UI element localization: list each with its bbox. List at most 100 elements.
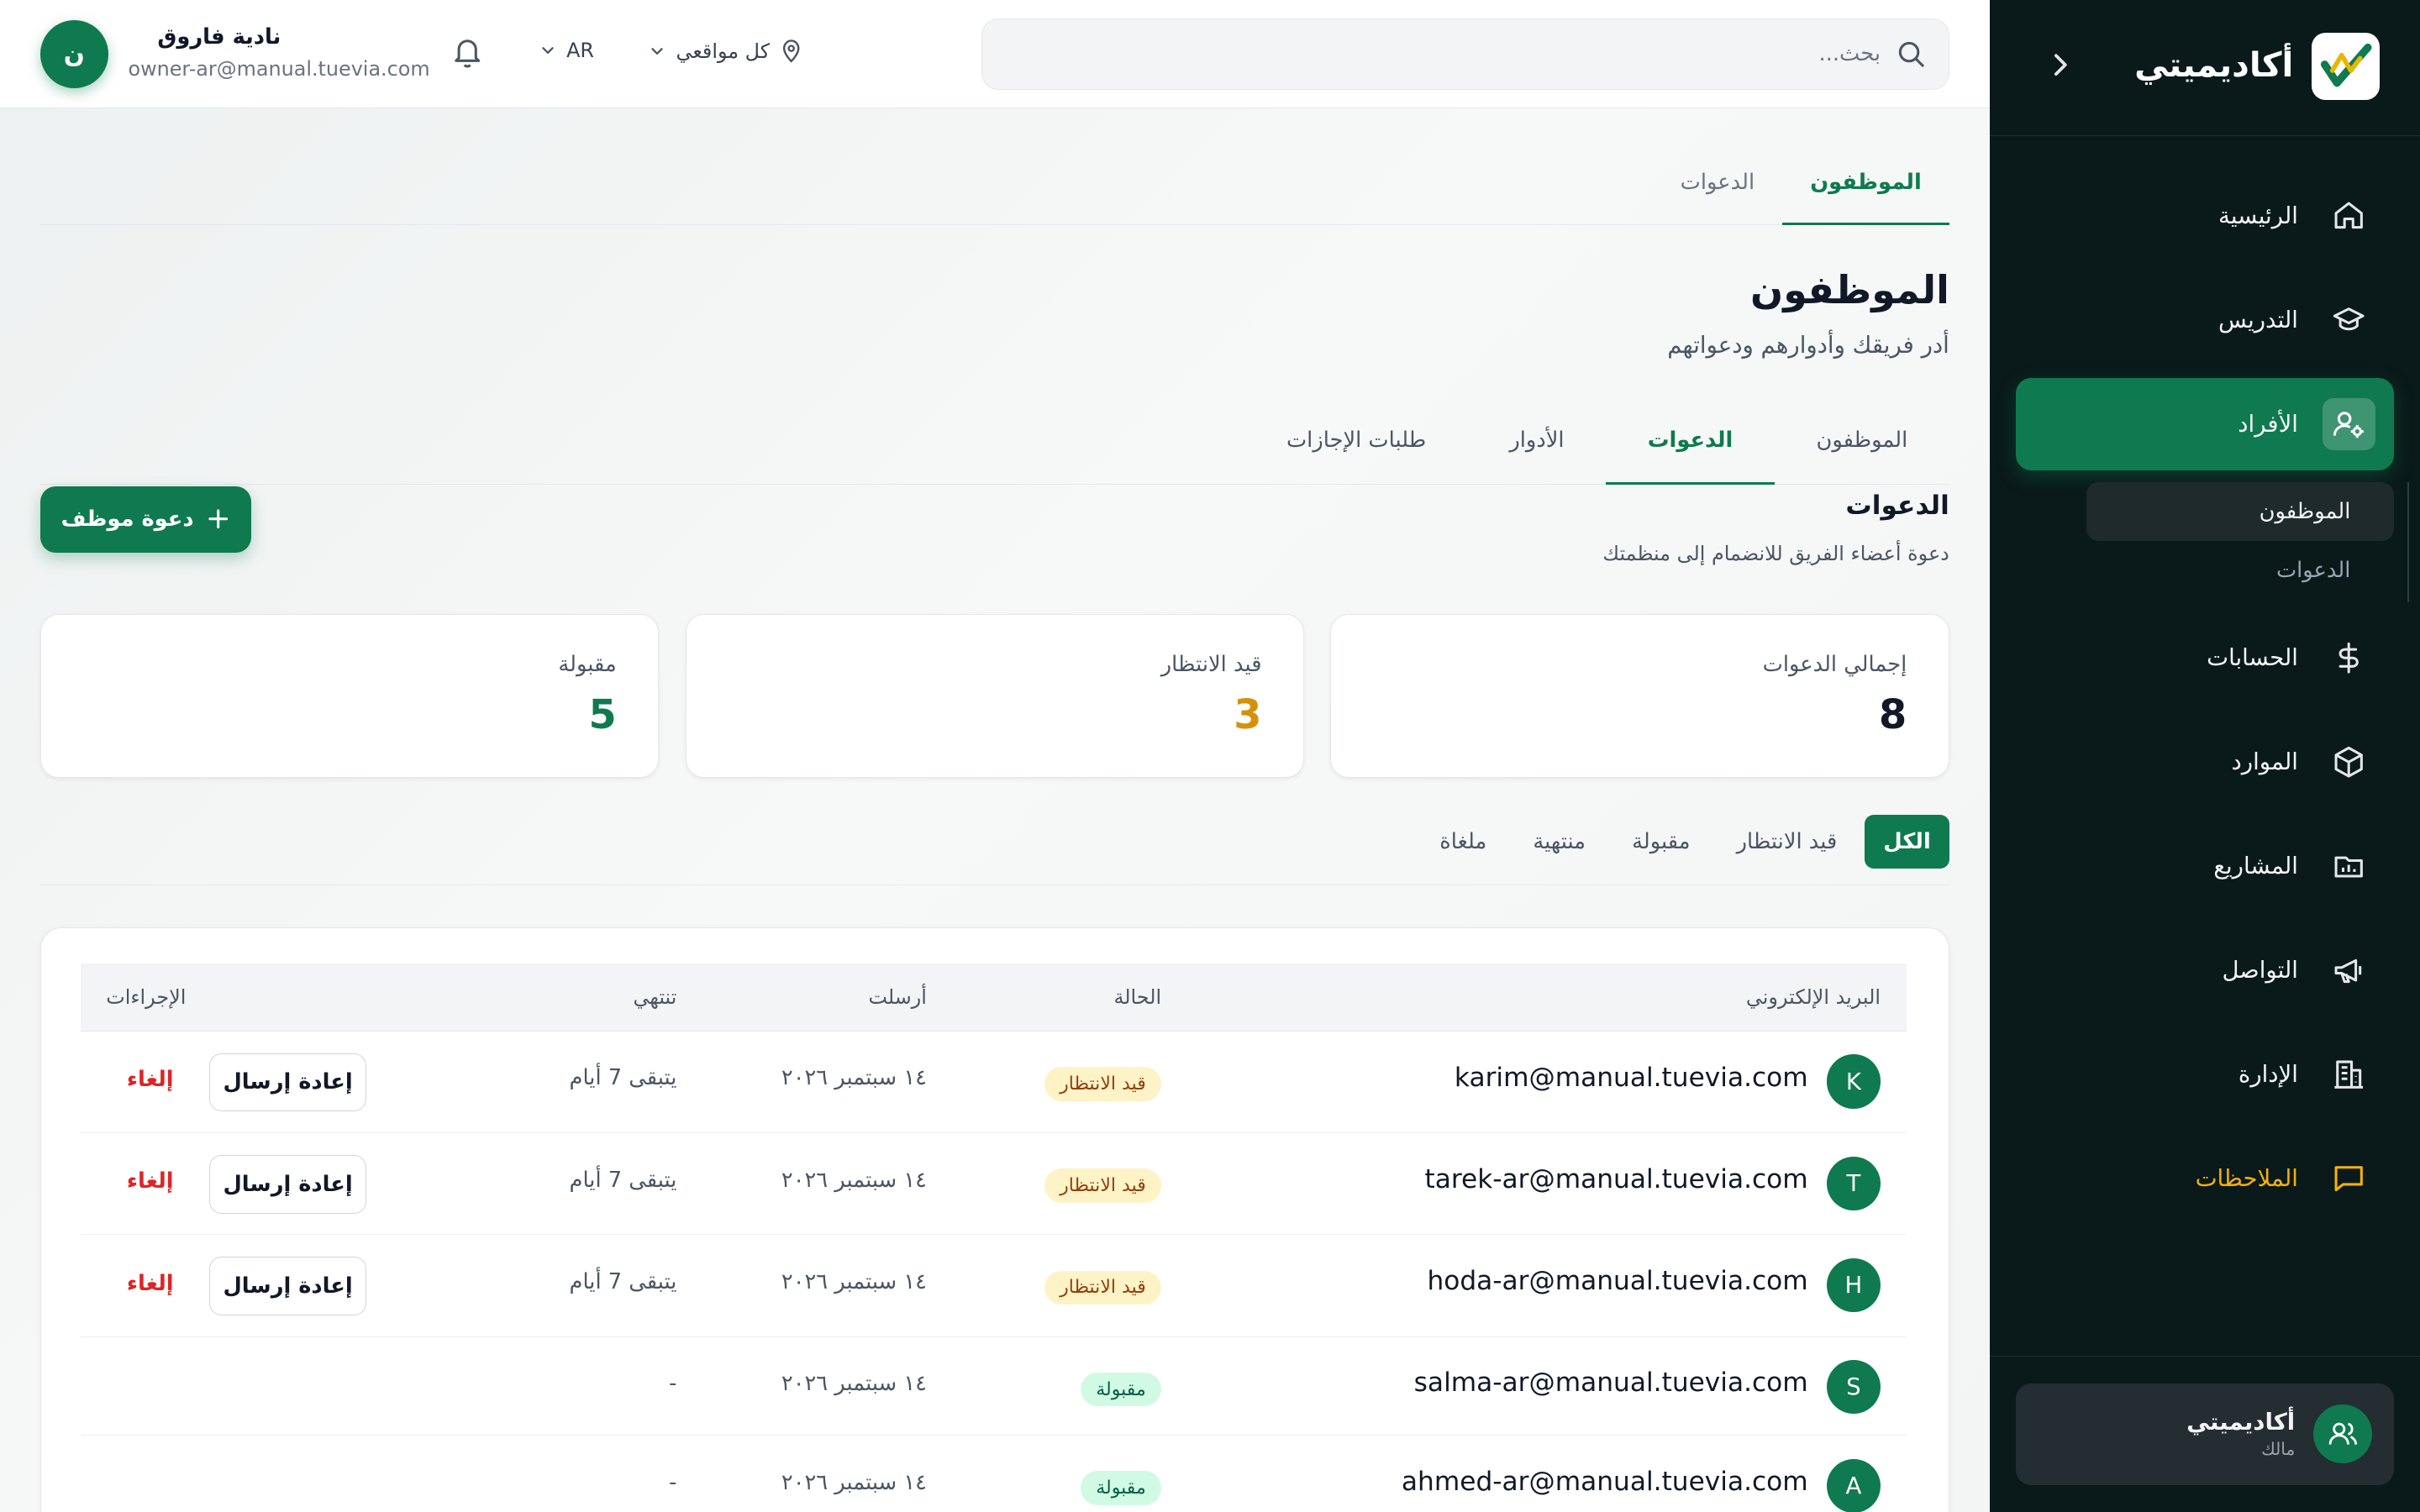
stat-value: 5 xyxy=(588,691,617,738)
row-email: tarek-ar@manual.tuevia.com xyxy=(1424,1163,1808,1194)
language-selector[interactable]: AR xyxy=(539,39,594,62)
row-avatar: T xyxy=(1826,1156,1881,1210)
filter-all[interactable]: الكل xyxy=(1865,814,1949,869)
chevron-down-icon xyxy=(542,47,554,55)
users-icon xyxy=(2313,1404,2373,1464)
resend-button[interactable]: إعادة إرسال xyxy=(208,1257,367,1315)
sidebar-subitem-employees[interactable]: الموظفون xyxy=(2086,481,2394,541)
organization-role: مالك xyxy=(2261,1439,2296,1460)
main-content: الموظفون الدعوات الموظفون أدر فريقك وأدو… xyxy=(0,108,1990,1512)
sidebar-item-people[interactable]: الأفراد xyxy=(2015,377,2394,471)
sidebar-subitem-label: الموظفون xyxy=(2259,498,2351,524)
user-email: owner-ar@manual.tuevia.com xyxy=(128,56,430,81)
sidebar-item-label: الملاحظات xyxy=(2195,1165,2298,1192)
row-email: ahmed-ar@manual.tuevia.com xyxy=(1401,1466,1808,1497)
box-icon xyxy=(2323,736,2375,788)
location-label: كل مواقعي xyxy=(676,39,771,63)
top-bar: كل مواقعي AR نادية فاروق owner-ar@manual… xyxy=(0,0,1990,108)
cancel-invite-button[interactable]: إلغاء xyxy=(127,1168,174,1194)
organization-name: أكاديميتي xyxy=(2186,1409,2296,1436)
invitations-table: البريد الإلكتروني الحالة أرسلت تنتهي الإ… xyxy=(39,927,1949,1512)
search-input[interactable] xyxy=(1016,41,1881,67)
brand-name: أكاديميتي xyxy=(2134,45,2294,86)
collapse-sidebar-button[interactable] xyxy=(2045,48,2076,81)
sidebar-item-administration[interactable]: الإدارة xyxy=(2016,1028,2394,1121)
tab-employees[interactable]: الموظفون xyxy=(1782,148,1949,226)
filter-pending[interactable]: قيد الانتظار xyxy=(1718,815,1856,869)
filter-cancelled[interactable]: ملغاة xyxy=(1421,815,1505,869)
table-header: البريد الإلكتروني الحالة أرسلت تنتهي الإ… xyxy=(81,963,1907,1032)
row-email: hoda-ar@manual.tuevia.com xyxy=(1427,1266,1808,1297)
cancel-invite-button[interactable]: إلغاء xyxy=(127,1271,174,1296)
column-header-actions: الإجراءات xyxy=(106,984,187,1009)
row-avatar: S xyxy=(1826,1360,1881,1415)
sidebar-item-accounts[interactable]: الحسابات xyxy=(2016,612,2394,704)
sidebar-item-label: الأفراد xyxy=(2238,411,2298,438)
stat-card-total: إجمالي الدعوات 8 xyxy=(1330,614,1949,778)
cancel-invite-button[interactable]: إلغاء xyxy=(127,1067,174,1092)
sidebar-item-communication[interactable]: التواصل xyxy=(2016,924,2394,1016)
stat-card-pending: قيد الانتظار 3 xyxy=(685,614,1305,778)
tab-invitations[interactable]: الدعوات xyxy=(1653,148,1783,225)
sidebar-subitem-invitations[interactable]: الدعوات xyxy=(2086,541,2394,600)
megaphone-icon xyxy=(2323,944,2375,996)
status-badge: قيد الانتظار xyxy=(1044,1168,1162,1203)
row-expires: - xyxy=(669,1469,677,1495)
subtab-roles[interactable]: الأدوار xyxy=(1468,404,1606,485)
resend-button[interactable]: إعادة إرسال xyxy=(208,1053,367,1112)
status-badge: مقبولة xyxy=(1080,1372,1162,1407)
sidebar-subnav: الموظفون الدعوات xyxy=(2016,481,2410,603)
row-email: salma-ar@manual.tuevia.com xyxy=(1413,1368,1808,1399)
invite-employee-label: دعوة موظف xyxy=(60,507,194,533)
invite-employee-button[interactable]: دعوة موظف xyxy=(39,486,252,553)
row-expires: يتبقى 7 أيام xyxy=(569,1268,677,1294)
building-icon xyxy=(2323,1048,2375,1100)
table-row: H hoda-ar@manual.tuevia.com قيد الانتظار… xyxy=(81,1235,1907,1337)
dollar-icon xyxy=(2323,632,2375,684)
status-filters: الكل قيد الانتظار مقبولة منتهية ملغاة xyxy=(39,814,1949,886)
column-header-email: البريد الإلكتروني xyxy=(1745,984,1881,1009)
row-email: karim@manual.tuevia.com xyxy=(1454,1062,1808,1093)
row-sent-date: ١٤ سبتمبر ٢٠٢٦ xyxy=(781,1469,927,1495)
stat-label: قيد الانتظار xyxy=(1160,652,1262,678)
row-avatar: K xyxy=(1826,1054,1881,1109)
row-sent-date: ١٤ سبتمبر ٢٠٢٦ xyxy=(781,1268,927,1294)
row-sent-date: ١٤ سبتمبر ٢٠٢٦ xyxy=(781,1065,927,1091)
row-sent-date: ١٤ سبتمبر ٢٠٢٦ xyxy=(781,1167,927,1193)
brand-logo[interactable] xyxy=(2312,32,2381,101)
page-tabs: الموظفون الدعوات xyxy=(39,148,1949,226)
stats-row: إجمالي الدعوات 8 قيد الانتظار 3 مقبولة 5 xyxy=(39,614,1949,778)
search-box[interactable] xyxy=(981,18,1949,90)
sidebar-item-notes[interactable]: الملاحظات xyxy=(2016,1132,2394,1225)
stat-label: إجمالي الدعوات xyxy=(1762,652,1907,678)
row-expires: - xyxy=(669,1370,677,1396)
sidebar-item-home[interactable]: الرئيسية xyxy=(2016,170,2394,262)
sidebar-item-label: المشاريع xyxy=(2213,853,2298,880)
sidebar-item-resources[interactable]: الموارد xyxy=(2016,716,2394,808)
subtab-employees[interactable]: الموظفون xyxy=(1775,404,1949,485)
user-avatar[interactable]: ن xyxy=(39,19,108,88)
chevron-right-icon xyxy=(2054,54,2067,76)
sidebar-item-teaching[interactable]: التدريس xyxy=(2016,274,2394,366)
resend-button[interactable]: إعادة إرسال xyxy=(208,1154,367,1214)
organization-switcher[interactable]: أكاديميتي مالك xyxy=(2015,1383,2394,1485)
sidebar-item-label: الموارد xyxy=(2231,748,2298,776)
column-header-status: الحالة xyxy=(1113,984,1162,1009)
location-selector[interactable]: كل مواقعي xyxy=(648,39,803,63)
stat-label: مقبولة xyxy=(558,652,617,678)
column-header-sent: أرسلت xyxy=(868,984,927,1009)
table-row: S salma-ar@manual.tuevia.com مقبولة ١٤ س… xyxy=(81,1337,1907,1436)
stat-value: 3 xyxy=(1234,691,1262,738)
user-name: نادية فاروق xyxy=(157,24,281,50)
sidebar-footer: أكاديميتي مالك xyxy=(1989,1356,2420,1512)
page-subtitle: أدر فريقك وأدوارهم ودعواتهم xyxy=(1667,331,1949,359)
subtab-invitations[interactable]: الدعوات xyxy=(1606,404,1775,485)
sidebar-item-projects[interactable]: المشاريع xyxy=(2016,820,2394,912)
sidebar-subitem-label: الدعوات xyxy=(2275,557,2351,583)
subtab-leave-requests[interactable]: طلبات الإجازات xyxy=(1244,404,1467,485)
notifications-button[interactable] xyxy=(450,35,484,69)
filter-expired[interactable]: منتهية xyxy=(1514,815,1604,869)
sidebar-item-label: التواصل xyxy=(2222,957,2298,984)
filter-accepted[interactable]: مقبولة xyxy=(1613,815,1708,869)
sidebar-item-label: الرئيسية xyxy=(2218,202,2298,230)
